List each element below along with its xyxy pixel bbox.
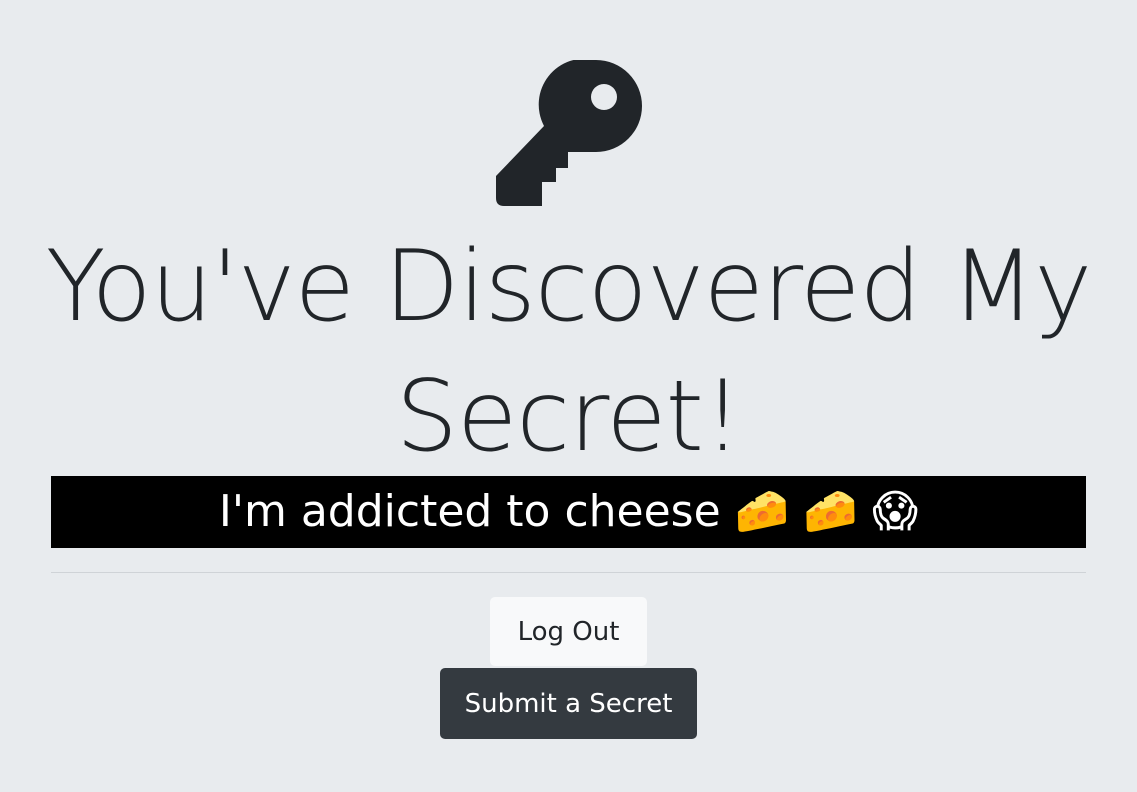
submit-secret-button[interactable]: Submit a Secret: [440, 668, 697, 739]
divider: [51, 572, 1086, 573]
key-icon: [496, 60, 642, 206]
logout-button[interactable]: Log Out: [490, 597, 647, 666]
jumbotron: You've Discovered My Secret! I'm addicte…: [0, 0, 1137, 792]
page-title: You've Discovered My Secret!: [45, 230, 1093, 474]
secret-text: I'm addicted to cheese 🧀 🧀 😱: [51, 476, 1086, 548]
